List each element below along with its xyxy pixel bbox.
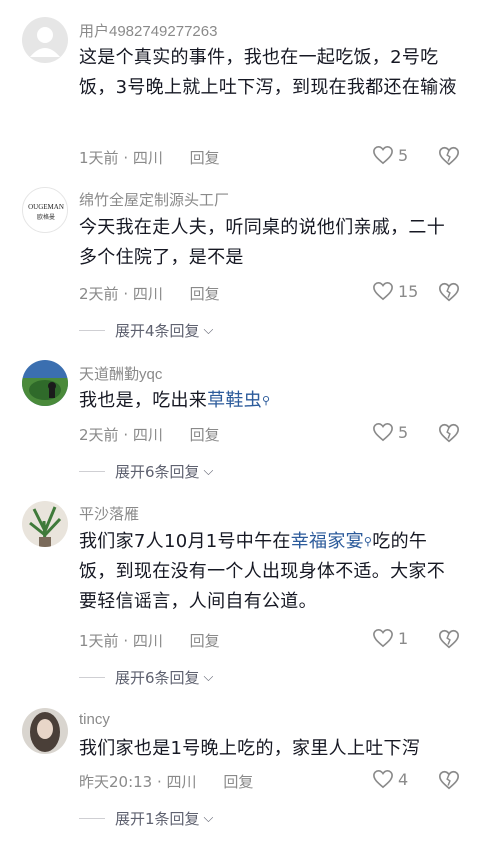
reply-button[interactable]: 回复 xyxy=(223,773,253,791)
avatar[interactable] xyxy=(22,501,68,547)
expand-replies-button[interactable]: 展开6条回复 ⌵ xyxy=(79,461,213,482)
comment-text: 这是个真实的事件，我也在一起吃饭，2号吃饭，3号晚上就上吐下泻，到现在我都还在输… xyxy=(79,43,459,103)
avatar[interactable] xyxy=(22,360,68,406)
divider xyxy=(79,677,105,678)
like-button[interactable]: 5 xyxy=(372,422,408,442)
search-icon: ⚲ xyxy=(262,394,271,407)
comment-meta: 1天前 · 四川 回复 xyxy=(79,147,220,168)
reply-button[interactable]: 回复 xyxy=(190,632,220,650)
separator: · xyxy=(118,149,133,167)
broken-heart-icon[interactable] xyxy=(438,422,460,444)
avatar[interactable] xyxy=(22,17,68,63)
separator: · xyxy=(118,426,133,444)
heart-icon xyxy=(373,281,393,301)
like-button[interactable]: 1 xyxy=(372,628,408,648)
like-count: 4 xyxy=(398,769,409,789)
comment-meta: 2天前 · 四川 回复 xyxy=(79,283,220,304)
reply-button[interactable]: 回复 xyxy=(190,285,220,303)
expand-replies-label: 展开6条回复 xyxy=(115,669,200,687)
timestamp: 2天前 xyxy=(79,285,119,303)
username[interactable]: 天道酬勤yqc xyxy=(79,363,162,384)
comment-text-segment: 我们家也是1号晚上吃的，家里人上吐下泻 xyxy=(79,738,421,759)
search-keyword-link[interactable]: 草鞋虫 xyxy=(207,390,262,411)
broken-heart-icon[interactable] xyxy=(438,281,460,303)
reply-button[interactable]: 回复 xyxy=(190,149,220,167)
expand-replies-label: 展开1条回复 xyxy=(115,810,200,828)
location: 四川 xyxy=(132,149,163,167)
broken-heart-icon[interactable] xyxy=(438,145,460,167)
comment-text: 今天我在走人夫，听同桌的说他们亲戚，二十多个住院了，是不是 xyxy=(79,213,459,273)
search-keyword-link[interactable]: 幸福家宴 xyxy=(291,531,364,552)
heart-icon xyxy=(373,769,393,789)
comment-meta: 1天前 · 四川 回复 xyxy=(79,630,220,651)
chevron-down-icon: ⌵ xyxy=(203,464,214,479)
separator: · xyxy=(152,773,167,791)
comment-text-segment: 今天我在走人夫，听同桌的说他们亲戚，二十多个住院了，是不是 xyxy=(79,217,445,268)
reply-button[interactable]: 回复 xyxy=(190,426,220,444)
comment-text: 我们家7人10月1号中午在幸福家宴⚲吃的午饭，到现在没有一个人出现身体不适。大家… xyxy=(79,527,459,617)
like-count: 5 xyxy=(398,422,409,442)
avatar[interactable] xyxy=(22,708,68,754)
separator: · xyxy=(118,285,133,303)
expand-replies-label: 展开6条回复 xyxy=(115,463,200,481)
location: 四川 xyxy=(132,632,163,650)
heart-icon xyxy=(373,628,393,648)
location: 四川 xyxy=(132,426,163,444)
svg-text:OUGEMAN: OUGEMAN xyxy=(28,203,64,211)
like-count: 15 xyxy=(398,281,419,301)
separator: · xyxy=(118,632,133,650)
comment-meta: 昨天20:13 · 四川 回复 xyxy=(79,771,253,792)
username[interactable]: 平沙落雁 xyxy=(79,503,139,524)
broken-heart-icon[interactable] xyxy=(438,769,460,791)
location: 四川 xyxy=(132,285,163,303)
comment-text: 我也是，吃出来草鞋虫⚲ xyxy=(79,386,459,416)
heart-icon xyxy=(373,422,393,442)
username[interactable]: tincy xyxy=(79,711,110,728)
timestamp: 1天前 xyxy=(79,632,119,650)
timestamp: 1天前 xyxy=(79,149,119,167)
expand-replies-button[interactable]: 展开4条回复 ⌵ xyxy=(79,320,213,341)
divider xyxy=(79,330,105,331)
comment-text-segment: 我也是，吃出来 xyxy=(79,390,208,411)
heart-icon xyxy=(373,145,393,165)
expand-replies-button[interactable]: 展开1条回复 ⌵ xyxy=(79,808,213,829)
like-button[interactable]: 5 xyxy=(372,145,408,165)
comment-meta: 2天前 · 四川 回复 xyxy=(79,424,220,445)
username[interactable]: 用户4982749277263 xyxy=(79,20,217,41)
broken-heart-icon[interactable] xyxy=(438,628,460,650)
username[interactable]: 绵竹全屋定制源头工厂 xyxy=(79,189,229,210)
chevron-down-icon: ⌵ xyxy=(203,670,214,685)
chevron-down-icon: ⌵ xyxy=(203,811,214,826)
divider xyxy=(79,471,105,472)
expand-replies-button[interactable]: 展开6条回复 ⌵ xyxy=(79,667,213,688)
divider xyxy=(79,818,105,819)
like-button[interactable]: 4 xyxy=(372,769,408,789)
expand-replies-label: 展开4条回复 xyxy=(115,322,200,340)
like-count: 1 xyxy=(398,628,409,648)
chevron-down-icon: ⌵ xyxy=(203,323,214,338)
timestamp: 2天前 xyxy=(79,426,119,444)
comment-text-segment: 这是个真实的事件，我也在一起吃饭，2号吃饭，3号晚上就上吐下泻，到现在我都还在输… xyxy=(79,47,457,98)
svg-text:欧格曼: 欧格曼 xyxy=(37,213,55,221)
avatar[interactable]: OUGEMAN 欧格曼 xyxy=(22,187,68,233)
location: 四川 xyxy=(166,773,197,791)
like-count: 5 xyxy=(398,145,409,165)
like-button[interactable]: 15 xyxy=(372,281,418,301)
comment-text-segment: 我们家7人10月1号中午在 xyxy=(79,531,291,552)
timestamp: 昨天20:13 xyxy=(79,773,153,791)
comment-text: 我们家也是1号晚上吃的，家里人上吐下泻 xyxy=(79,734,459,764)
